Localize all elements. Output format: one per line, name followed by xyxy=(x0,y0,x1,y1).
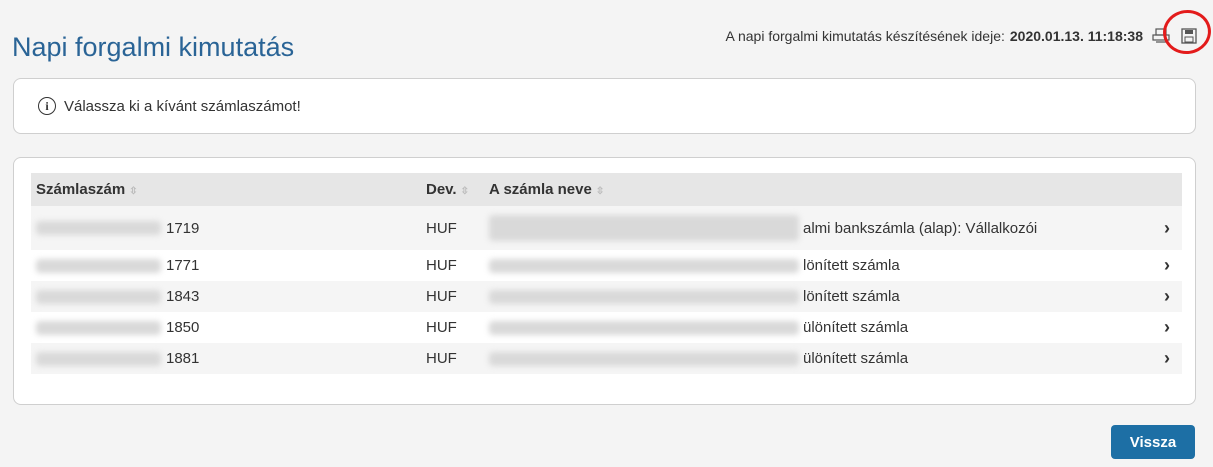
info-icon: i xyxy=(38,97,56,115)
sort-icon[interactable]: ⇳ xyxy=(461,186,469,197)
sort-icon[interactable]: ⇳ xyxy=(596,186,604,197)
table-row[interactable]: 1850 HUF ülönített számla › xyxy=(31,312,1182,343)
floppy-disk-icon[interactable] xyxy=(1160,6,1213,58)
info-message: Válassza ki a kívánt számlaszámot! xyxy=(64,97,301,115)
annotation-circle xyxy=(1160,6,1213,58)
redacted-text xyxy=(36,289,161,304)
back-button[interactable]: Vissza xyxy=(1111,425,1195,459)
accounts-table: Számlaszám ⇳ Dev. ⇳ A számla neve ⇳ 1719 HU… xyxy=(31,173,1182,374)
chevron-right-icon[interactable]: › xyxy=(1147,281,1182,312)
sort-icon[interactable]: ⇳ xyxy=(129,186,137,197)
table-row[interactable]: 1843 HUF lönített számla › xyxy=(31,281,1182,312)
info-message-box: i Válassza ki a kívánt számlaszámot! xyxy=(13,78,1196,134)
redacted-text xyxy=(489,351,799,366)
table-row[interactable]: 1771 HUF lönített számla › xyxy=(31,250,1182,281)
chevron-right-icon[interactable]: › xyxy=(1147,206,1182,250)
redacted-text xyxy=(36,221,161,235)
column-header-action xyxy=(1147,173,1182,206)
chevron-right-icon[interactable]: › xyxy=(1147,250,1182,281)
redacted-text xyxy=(489,258,799,273)
table-row[interactable]: 1881 HUF ülönített számla › xyxy=(31,343,1182,374)
redacted-text xyxy=(489,215,799,241)
column-header-account[interactable]: Számlaszám ⇳ xyxy=(31,173,421,206)
column-header-currency[interactable]: Dev. ⇳ xyxy=(421,173,484,206)
accounts-panel: Számlaszám ⇳ Dev. ⇳ A számla neve ⇳ 1719 HU… xyxy=(13,157,1196,405)
table-row[interactable]: 1719 HUF almi bankszámla (alap): Vállalk… xyxy=(31,206,1182,250)
timestamp-bar: A napi forgalmi kimutatás készítésének i… xyxy=(725,6,1213,58)
timestamp-label: A napi forgalmi kimutatás készítésének i… xyxy=(725,28,1005,44)
redacted-text xyxy=(36,351,161,366)
redacted-text xyxy=(489,289,799,304)
redacted-text xyxy=(489,320,799,335)
redacted-text xyxy=(36,258,161,273)
chevron-right-icon[interactable]: › xyxy=(1147,312,1182,343)
redacted-text xyxy=(36,320,161,335)
timestamp-value: 2020.01.13. 11:18:38 xyxy=(1009,28,1143,44)
column-header-name[interactable]: A számla neve ⇳ xyxy=(484,173,1147,206)
chevron-right-icon[interactable]: › xyxy=(1147,343,1182,374)
page-title: Napi forgalmi kimutatás xyxy=(12,32,295,63)
